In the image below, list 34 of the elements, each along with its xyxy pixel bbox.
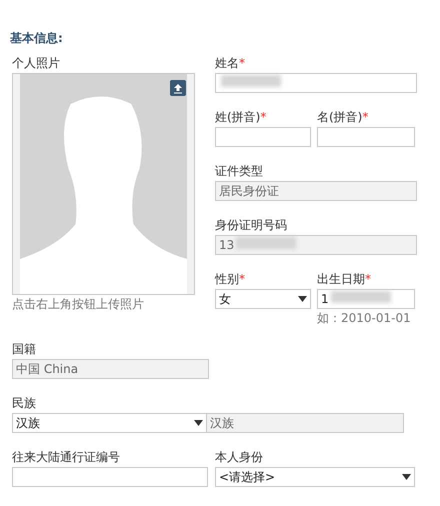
select-field[interactable]: <请选择>	[215, 467, 415, 487]
upload-hint: 点击右上角按钮上传照片	[12, 296, 145, 313]
field-label: 性别*	[215, 271, 246, 287]
field-label: 本人身份	[215, 449, 264, 465]
upload-button[interactable]	[170, 80, 186, 96]
field-label: 名(拼音)*	[317, 109, 370, 125]
caret-icon	[402, 474, 411, 480]
field-label: 姓名*	[215, 55, 246, 71]
field-label: 身份证明号码	[215, 217, 288, 233]
input-field[interactable]	[215, 127, 311, 147]
field-label: 证件类型	[215, 163, 264, 179]
input-field[interactable]: 1	[317, 289, 415, 309]
field-label: 民族	[12, 395, 37, 411]
upload-icon	[173, 82, 183, 94]
field-label: 姓(拼音)*	[215, 109, 268, 125]
required-mark: *	[362, 110, 368, 124]
select-field[interactable]: 女	[215, 289, 311, 309]
required-mark: *	[239, 272, 245, 286]
input-field[interactable]	[12, 467, 208, 487]
required-mark: *	[260, 110, 266, 124]
caret-icon	[194, 420, 203, 426]
input-field[interactable]	[215, 73, 417, 93]
date-format-hint: 如：2010-01-01	[317, 310, 412, 327]
section-title: 基本信息:	[10, 30, 64, 47]
input-field: 汉族	[207, 413, 404, 433]
field-label: 国籍	[12, 341, 37, 357]
required-mark: *	[239, 56, 245, 70]
field-label: 出生日期*	[317, 271, 372, 287]
field-label: 往来大陆通行证编号	[12, 449, 121, 465]
select-field[interactable]: 汉族	[12, 413, 207, 433]
input-field[interactable]	[317, 127, 415, 147]
caret-icon	[298, 296, 307, 302]
required-mark: *	[365, 272, 371, 286]
field-label: 个人照片	[12, 55, 61, 71]
